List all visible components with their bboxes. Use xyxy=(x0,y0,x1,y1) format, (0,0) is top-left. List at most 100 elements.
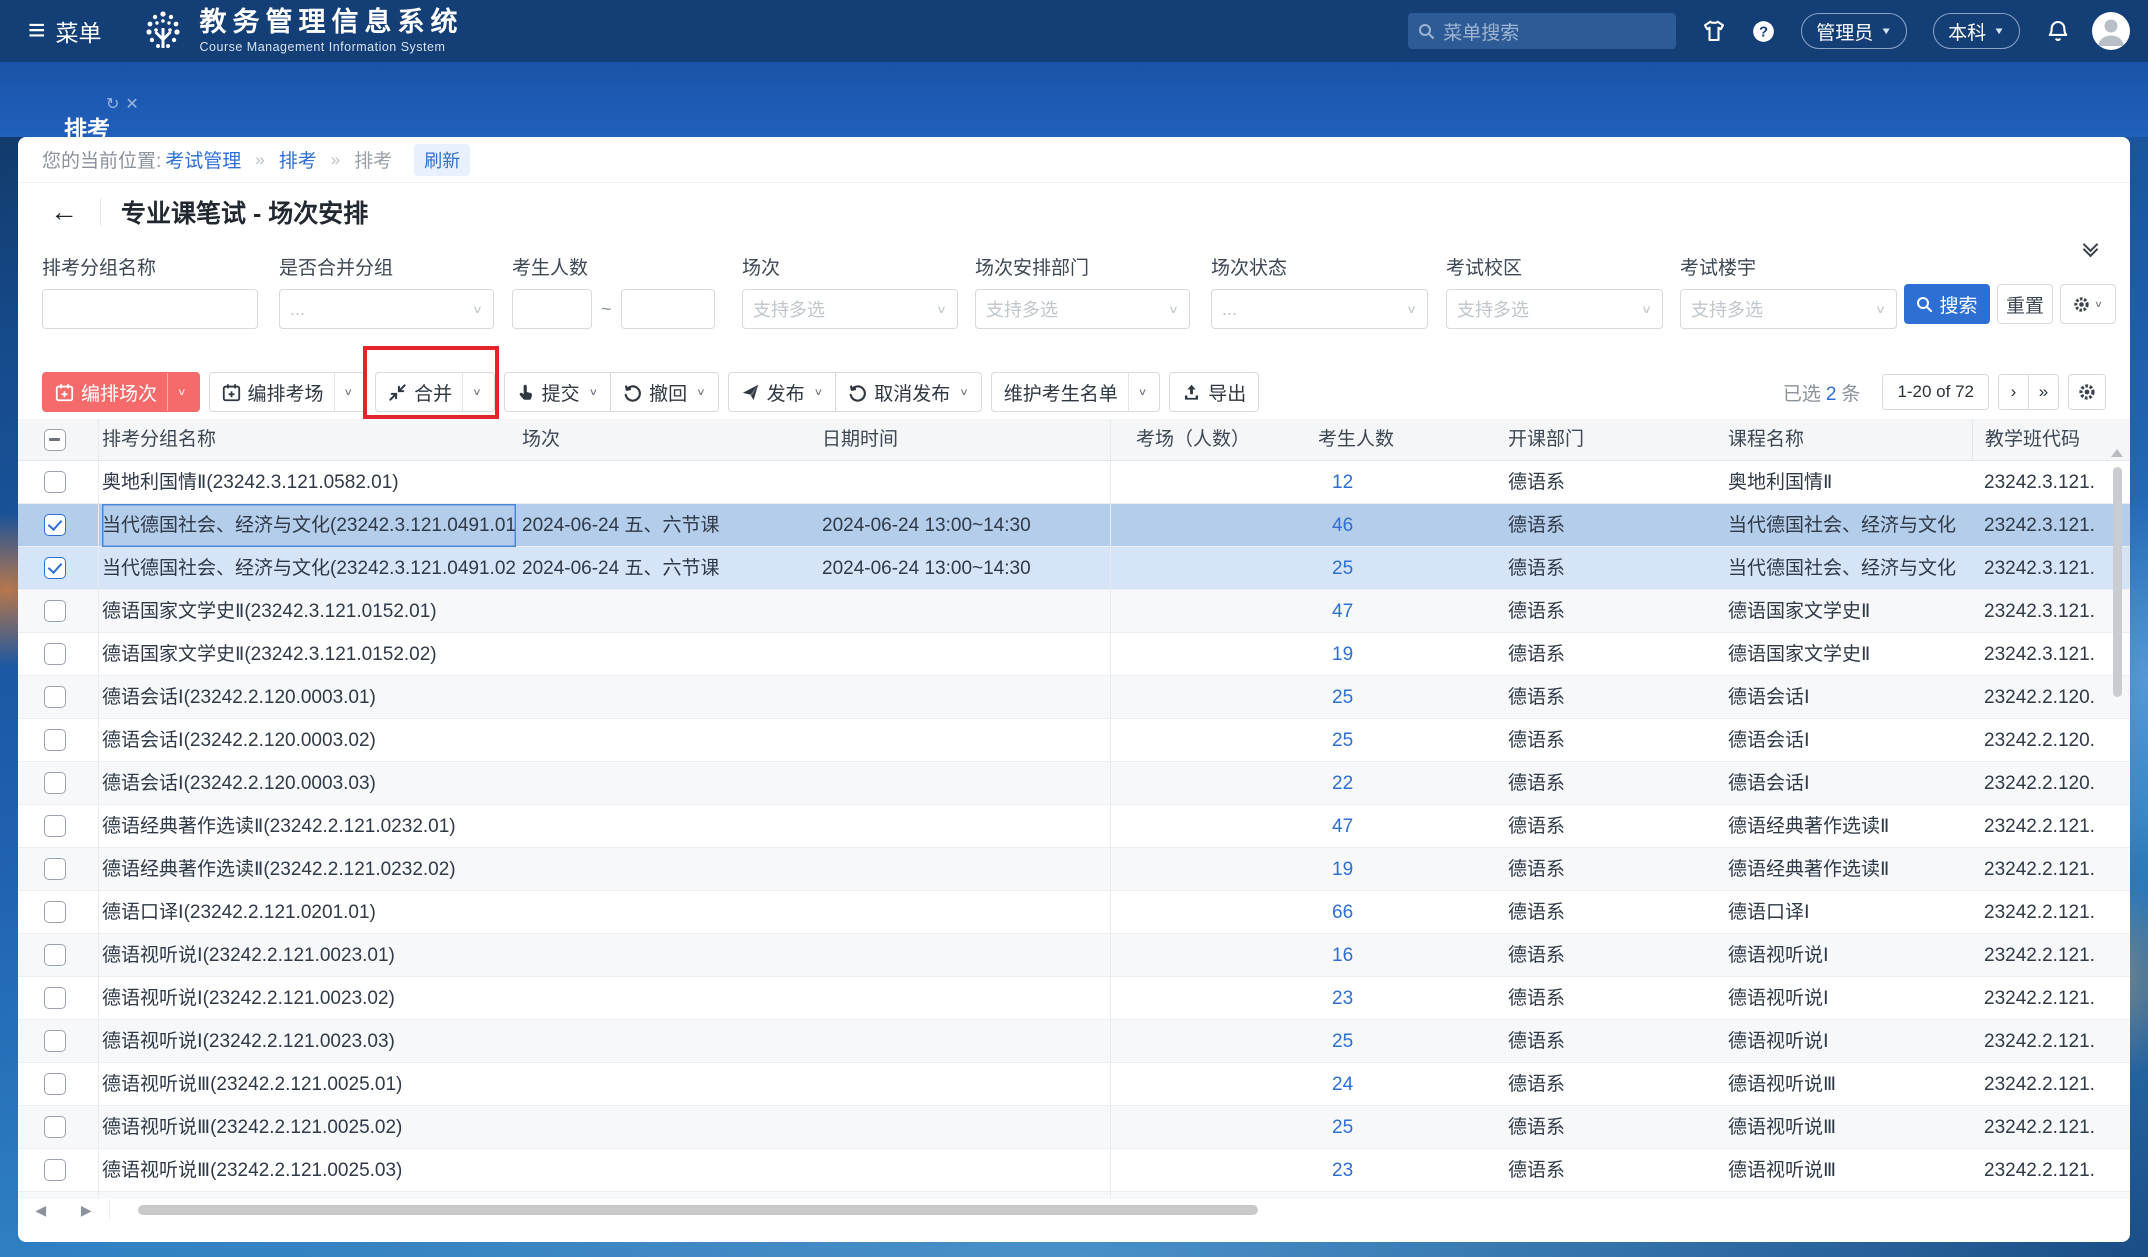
chevron-down-icon[interactable]: ∨ xyxy=(1138,386,1148,398)
chevron-down-icon[interactable]: ∨ xyxy=(344,386,354,398)
column-header-room[interactable]: 考场（人数） xyxy=(1136,419,1312,461)
row-checkbox[interactable] xyxy=(44,600,66,622)
table-row[interactable]: 当代德国社会、经济与文化(23242.3.121.0491.02)2024-06… xyxy=(18,547,2130,590)
cell-students[interactable]: 19 xyxy=(1318,633,1504,676)
cell-students[interactable]: 16 xyxy=(1318,934,1504,977)
row-checkbox[interactable] xyxy=(44,858,66,880)
cell-students[interactable]: 23 xyxy=(1318,1149,1504,1192)
next-page-button[interactable]: › xyxy=(1998,374,2029,410)
pagination-range-button[interactable]: 1-20 of 72 xyxy=(1882,374,1989,410)
filter-settings-button[interactable]: ∨ xyxy=(2060,284,2116,324)
toolbar-button-6[interactable]: 发布∨ xyxy=(728,372,837,412)
toolbar-button-8[interactable]: 维护考生名单∨ xyxy=(991,372,1161,412)
breadcrumb-link-exam-mgmt[interactable]: 考试管理 xyxy=(165,146,241,173)
select-all-checkbox[interactable] xyxy=(44,429,66,451)
table-settings-button[interactable] xyxy=(2068,374,2106,410)
cell-students[interactable]: 25 xyxy=(1318,676,1504,719)
chevron-down-icon[interactable]: ∨ xyxy=(696,386,706,398)
cell-students[interactable]: 25 xyxy=(1318,1106,1504,1149)
column-header-session[interactable]: 场次 xyxy=(522,419,818,461)
row-checkbox[interactable] xyxy=(44,1159,66,1181)
breadcrumb-link-paikao[interactable]: 排考 xyxy=(279,146,317,173)
cell-students[interactable]: 66 xyxy=(1318,891,1504,934)
table-row[interactable]: 德语视听说Ⅲ(23242.2.121.0025.02)25德语系德语视听说Ⅲ23… xyxy=(18,1106,2130,1149)
row-checkbox[interactable] xyxy=(44,557,66,579)
filter-select[interactable]: ...∨ xyxy=(1211,289,1428,329)
chevron-down-icon[interactable]: ∨ xyxy=(177,386,187,398)
table-row[interactable]: 德语视听说Ⅰ(23242.2.121.0023.03)25德语系德语视听说Ⅰ23… xyxy=(18,1020,2130,1063)
menu-search-input[interactable]: 菜单搜索 xyxy=(1408,13,1676,49)
cell-students[interactable]: 46 xyxy=(1318,504,1504,547)
row-checkbox[interactable] xyxy=(44,643,66,665)
chevron-down-icon[interactable]: ∨ xyxy=(814,386,824,398)
column-header-dept[interactable]: 开课部门 xyxy=(1508,419,1724,461)
cell-students[interactable]: 25 xyxy=(1318,1020,1504,1063)
cell-students[interactable]: 12 xyxy=(1318,461,1504,504)
toolbar-button-1[interactable]: 编排场次∨ xyxy=(42,372,200,412)
column-header-datetime[interactable]: 日期时间 xyxy=(822,419,1108,461)
row-checkbox[interactable] xyxy=(44,1030,66,1052)
table-row[interactable]: 德语经典著作选读Ⅱ(23242.2.121.0232.02)19德语系德语经典著… xyxy=(18,848,2130,891)
table-row[interactable]: 德语国家文学史Ⅱ(23242.3.121.0152.02)19德语系德语国家文学… xyxy=(18,633,2130,676)
cell-students[interactable]: 47 xyxy=(1318,805,1504,848)
filter-select[interactable]: 支持多选∨ xyxy=(975,289,1190,329)
row-checkbox[interactable] xyxy=(44,772,66,794)
table-row[interactable]: 德语口译Ⅰ(23242.2.121.0201.01)66德语系德语口译Ⅰ2324… xyxy=(18,891,2130,934)
row-checkbox[interactable] xyxy=(44,901,66,923)
user-avatar[interactable] xyxy=(2092,12,2130,50)
toolbar-button-4[interactable]: 提交∨ xyxy=(504,372,612,412)
table-row[interactable]: 德语国家文学史Ⅱ(23242.3.121.0152.01)47德语系德语国家文学… xyxy=(18,590,2130,633)
toolbar-button-2[interactable]: 编排考场∨ xyxy=(209,372,367,412)
help-icon[interactable]: ? xyxy=(1752,20,1775,43)
row-checkbox[interactable] xyxy=(44,944,66,966)
row-checkbox[interactable] xyxy=(44,815,66,837)
vertical-scrollbar[interactable] xyxy=(2113,467,2122,697)
toolbar-button-5[interactable]: 撤回∨ xyxy=(610,372,719,412)
back-arrow-icon[interactable]: ← xyxy=(50,196,78,228)
collapse-filters-icon[interactable] xyxy=(2085,245,2096,255)
row-checkbox[interactable] xyxy=(44,1073,66,1095)
search-button[interactable]: 搜索 xyxy=(1904,284,1990,324)
row-checkbox[interactable] xyxy=(44,471,66,493)
scroll-up-arrow[interactable] xyxy=(2111,449,2123,457)
reset-button[interactable]: 重置 xyxy=(1997,284,2053,324)
table-row[interactable]: 德语视听说Ⅲ(23242.2.121.0025.01)24德语系德语视听说Ⅲ23… xyxy=(18,1063,2130,1106)
horizontal-scrollbar-thumb[interactable] xyxy=(138,1205,1258,1215)
toolbar-button-3[interactable]: 合并∨ xyxy=(375,372,495,412)
table-row[interactable]: 德语视听说Ⅰ(23242.2.121.0023.01)16德语系德语视听说Ⅰ23… xyxy=(18,934,2130,977)
column-header-code[interactable]: 教学班代码 xyxy=(1972,419,2082,461)
cell-students[interactable]: 19 xyxy=(1318,848,1504,891)
column-header-students[interactable]: 考生人数 xyxy=(1318,419,1504,461)
filter-select[interactable]: 支持多选∨ xyxy=(742,289,958,329)
cell-students[interactable]: 47 xyxy=(1318,590,1504,633)
cell-students[interactable]: 25 xyxy=(1318,547,1504,590)
cell-students[interactable]: 23 xyxy=(1318,977,1504,1020)
column-header-name[interactable]: 排考分组名称 xyxy=(102,419,516,461)
tab-close-icon[interactable]: ✕ xyxy=(125,96,138,113)
filter-min-input[interactable] xyxy=(512,289,592,329)
chevron-down-icon[interactable]: ∨ xyxy=(472,386,482,398)
filter-select[interactable]: 支持多选∨ xyxy=(1680,289,1897,329)
table-row[interactable]: 奥地利国情Ⅱ(23242.3.121.0582.01)12德语系奥地利国情Ⅱ23… xyxy=(18,461,2130,504)
cell-students[interactable]: 24 xyxy=(1318,1063,1504,1106)
scroll-right-icon[interactable]: ▶ xyxy=(81,1202,92,1219)
filter-input[interactable] xyxy=(42,289,258,329)
filter-select[interactable]: ...∨ xyxy=(279,289,494,329)
cell-students[interactable]: 25 xyxy=(1318,719,1504,762)
hamburger-menu-icon[interactable]: ≡ xyxy=(28,16,46,46)
table-row[interactable]: 德语经典著作选读Ⅱ(23242.2.121.0232.01)47德语系德语经典著… xyxy=(18,805,2130,848)
refresh-button[interactable]: 刷新 xyxy=(414,144,470,176)
row-checkbox[interactable] xyxy=(44,1116,66,1138)
filter-select[interactable]: 支持多选∨ xyxy=(1446,289,1663,329)
role-switcher[interactable]: 管理员▼ xyxy=(1801,13,1907,49)
column-header-course[interactable]: 课程名称 xyxy=(1728,419,1980,461)
toolbar-button-7[interactable]: 取消发布∨ xyxy=(835,372,982,412)
row-checkbox[interactable] xyxy=(44,987,66,1009)
toolbar-button-9[interactable]: 导出 xyxy=(1169,372,1259,412)
row-checkbox[interactable] xyxy=(44,686,66,708)
table-row[interactable]: 德语视听说Ⅰ(23242.2.121.0023.02)23德语系德语视听说Ⅰ23… xyxy=(18,977,2130,1020)
table-row[interactable]: 当代德国社会、经济与文化(23242.3.121.0491.01)2024-06… xyxy=(18,504,2130,547)
menu-label[interactable]: 菜单 xyxy=(56,14,102,48)
last-page-button[interactable]: » xyxy=(2028,374,2059,410)
chevron-down-icon[interactable]: ∨ xyxy=(959,386,969,398)
